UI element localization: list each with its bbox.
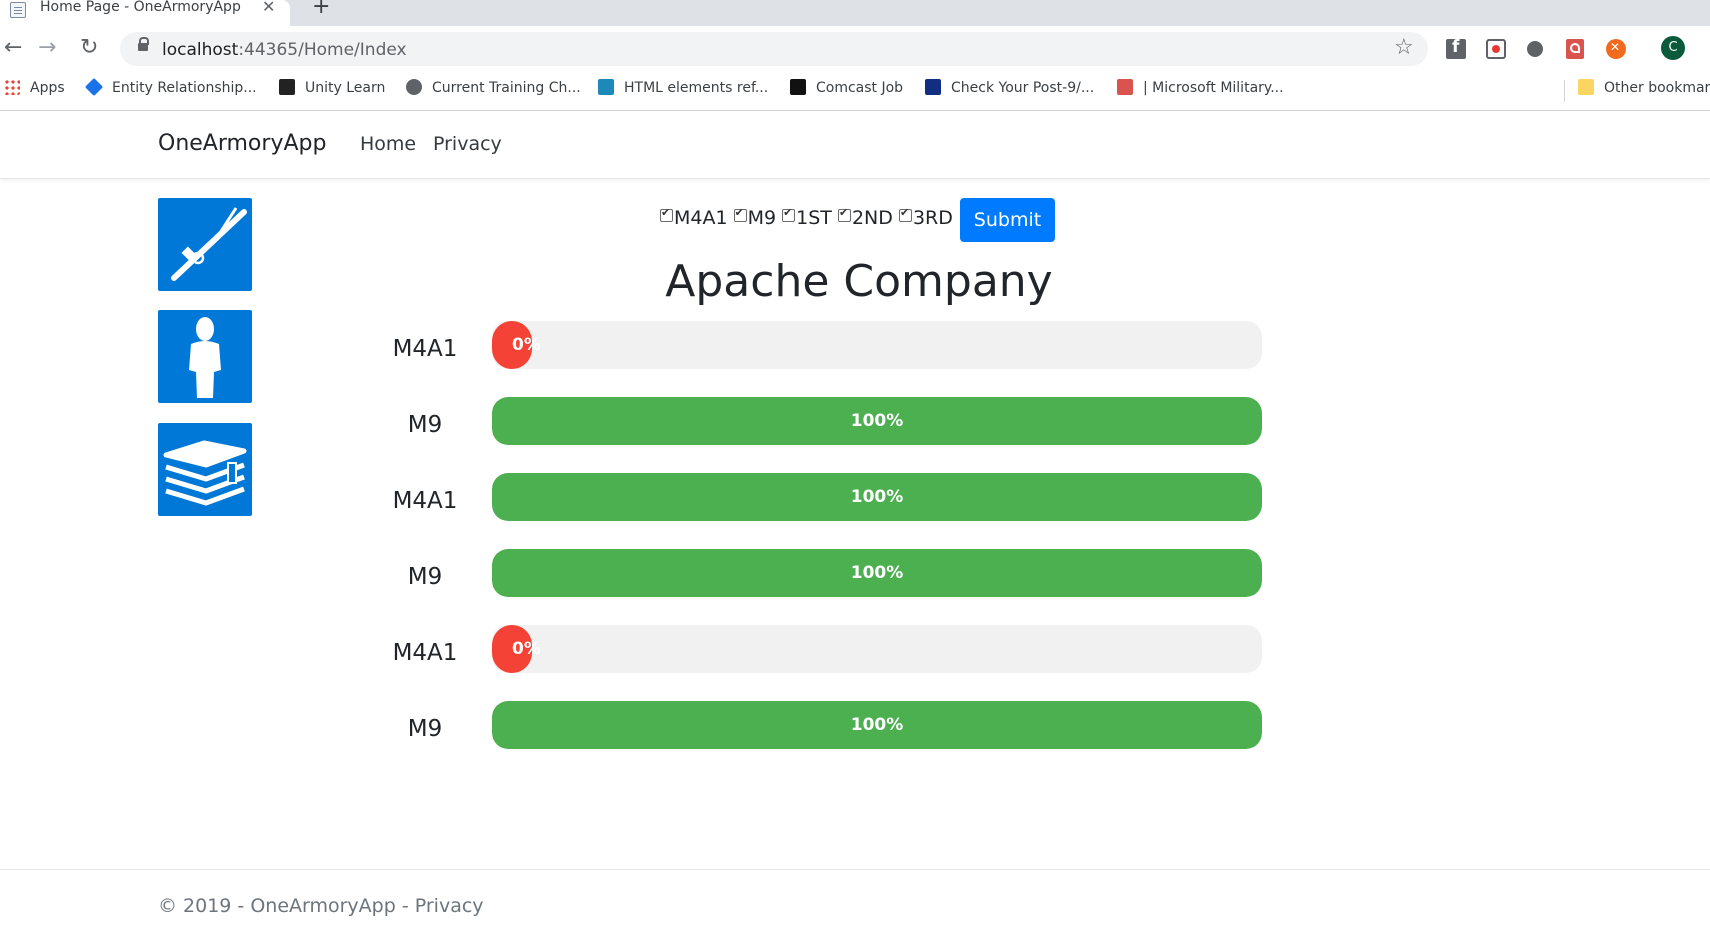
1st-checkbox[interactable] [782,206,796,222]
bookmark-entity-relationship[interactable]: Entity Relationship... [84,77,257,103]
bookmark-label: HTML elements ref... [624,80,769,96]
row-label: M9 [407,412,443,438]
c-logo-icon [790,79,806,95]
filter-1st[interactable]: 1ST [782,206,832,229]
training-tile[interactable] [158,423,252,516]
filter-label: 3RD [912,206,953,229]
url-host: localhost [162,40,239,60]
reload-icon[interactable]: ↻ [80,35,98,61]
bookmarks-separator [1564,80,1565,102]
bookmark-star-icon[interactable]: ☆ [1394,35,1414,60]
bookmark-label: Entity Relationship... [112,80,257,96]
bookmark-label: Comcast Job [816,80,904,96]
address-bar[interactable]: localhost:44365/Home/Index ☆ [120,32,1428,66]
progress-fill: 100% [492,473,1262,521]
edx-logo-icon [1117,79,1133,95]
footer-privacy-link[interactable]: Privacy [415,895,484,917]
bookmark-label: Check Your Post-9/... [951,80,1095,96]
filter-checkboxes: M4A1 M9 1ST 2ND 3RD [660,206,953,234]
screenshot-extension-icon[interactable] [1486,39,1506,59]
filter-label: 2ND [851,206,893,229]
tab-title: Home Page - OneArmoryApp [40,0,241,15]
progress-fill: 100% [492,549,1262,597]
footer-text: © 2019 - OneArmoryApp - Privacy [158,895,484,917]
globe-icon [406,79,422,95]
bookmark-unity-learn[interactable]: Unity Learn [279,79,385,103]
m9-checkbox[interactable] [733,206,747,222]
lock-icon [138,37,149,51]
progress-fill: 100% [492,701,1262,749]
browser-tabstrip: Home Page - OneArmoryApp ✕ + [0,0,1710,26]
bookmark-microsoft-military[interactable]: | Microsoft Military... [1117,79,1284,103]
row-label: M4A1 [392,640,458,666]
site-navbar: OneArmoryApp Home Privacy [0,111,1710,179]
filter-2nd[interactable]: 2ND [837,206,893,229]
filter-label: 1ST [796,206,832,229]
row-label: M9 [407,564,443,590]
company-title: Apache Company [665,256,1053,307]
folder-icon [1578,79,1594,95]
progress-fill: 100% [492,397,1262,445]
progress-bar: 100% [492,397,1262,445]
bookmark-comcast-job[interactable]: Comcast Job [790,79,903,103]
filter-label: M4A1 [674,206,728,229]
filter-label: M9 [747,206,777,229]
unity-icon [279,79,295,95]
progress-bar: 100% [492,473,1262,521]
page-favicon-icon [10,2,26,18]
progress-fill: 0% [492,625,541,673]
person-icon [189,317,221,398]
bookmark-check-post[interactable]: Check Your Post-9/... [925,79,1094,103]
nav-home-link[interactable]: Home [360,133,416,155]
3rd-checkbox[interactable] [898,206,912,222]
footer-copyright: © 2019 - OneArmoryApp - [158,895,415,917]
profile-avatar[interactable]: C [1661,36,1685,60]
browser-toolbar: ← → ↻ localhost:44365/Home/Index ☆ C [0,26,1710,72]
progress-bar: 0% [492,321,1262,369]
bookmarks-bar: Apps Entity Relationship... Unity Learn … [0,72,1710,111]
filter-3rd[interactable]: 3RD [898,206,953,229]
html-icon [598,79,614,95]
url-text[interactable]: localhost:44365/Home/Index [162,40,407,60]
books-icon [163,440,247,506]
bookmark-other[interactable]: Other bookmarks [1578,79,1710,103]
back-arrow-icon[interactable]: ← [4,35,22,61]
personnel-tile[interactable] [158,310,252,403]
brand-link[interactable]: OneArmoryApp [158,131,326,156]
filter-m4a1[interactable]: M4A1 [660,206,728,229]
bookmark-label: Unity Learn [305,80,386,96]
progress-bar: 100% [492,701,1262,749]
submit-button[interactable]: Submit [960,198,1055,242]
bookmark-label: Other bookmarks [1604,80,1710,96]
orange-extension-icon[interactable] [1606,39,1626,59]
nav-privacy-link[interactable]: Privacy [433,133,502,155]
bookmark-label: Apps [30,80,65,96]
diamond-icon [84,77,104,97]
m4a1-checkbox[interactable] [660,206,673,222]
bookmark-label: | Microsoft Military... [1143,80,1284,96]
pdf-extension-icon[interactable] [1566,39,1584,59]
row-label: M4A1 [392,336,458,362]
facebook-extension-icon[interactable] [1446,37,1466,59]
bookmark-label: Current Training Ch... [432,80,581,96]
bookmark-current-training[interactable]: Current Training Ch... [406,79,581,103]
circle-extension-icon[interactable] [1527,41,1543,57]
browser-tab[interactable]: Home Page - OneArmoryApp ✕ [0,0,290,26]
new-tab-icon[interactable]: + [312,0,330,19]
2nd-checkbox[interactable] [837,206,851,222]
bookmark-apps[interactable]: Apps [4,79,65,103]
progress-bar: 0% [492,625,1262,673]
filter-m9[interactable]: M9 [733,206,777,229]
forward-arrow-icon[interactable]: → [38,35,56,61]
row-label: M4A1 [392,488,458,514]
close-tab-icon[interactable]: ✕ [262,0,275,16]
row-label: M9 [407,716,443,742]
progress-bar: 100% [492,549,1262,597]
url-path: :44365/Home/Index [238,40,407,60]
progress-fill: 0% [492,321,541,369]
bookmark-html-elements[interactable]: HTML elements ref... [598,79,768,103]
apps-grid-icon [4,79,20,95]
va-logo-icon [925,79,941,95]
site-footer: © 2019 - OneArmoryApp - Privacy [0,869,1710,928]
